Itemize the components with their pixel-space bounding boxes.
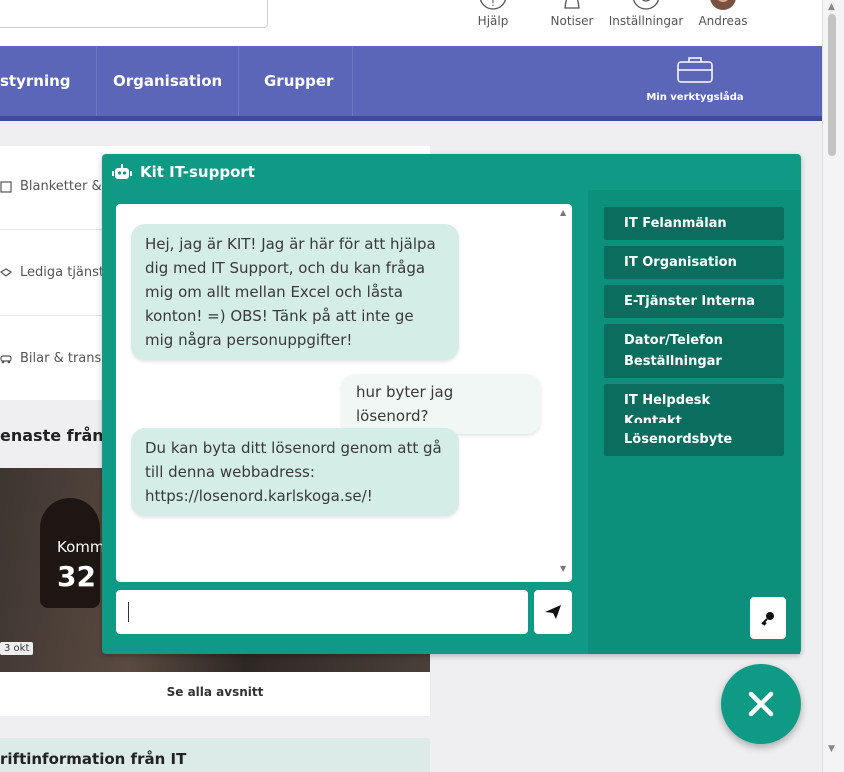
quicklink-label: Lediga tjänst [20,264,105,280]
settings-label[interactable]: Inställningar [609,14,684,28]
notifications-label[interactable]: Notiser [551,14,594,28]
quick-button-losenordsbyte[interactable]: Lösenordsbyte [604,423,784,456]
robot-icon [112,164,132,179]
divider [0,229,115,230]
news-overlay-title: Komm [57,538,105,556]
document-icon [0,181,12,193]
scroll-down-icon[interactable]: ▼ [828,744,835,754]
date-badge: 3 okt [0,642,34,655]
avatar[interactable] [710,0,736,10]
text-caret [128,602,129,622]
user-name-label[interactable]: Andreas [698,14,747,28]
chat-widget: Kit IT-support Hej, jag är KIT! Jag är h… [102,154,801,654]
quick-button-e-tjanster[interactable]: E-Tjänster Interna [604,285,784,318]
scroll-up-icon[interactable]: ▲ [828,2,835,12]
quicklink-cars[interactable]: Bilar & trans [0,330,110,386]
drift-info-title: riftinformation från IT [0,738,430,772]
quicklink-label: Bilar & trans [20,350,102,366]
quick-button-dator-telefon[interactable]: Dator/Telefon Beställningar [604,324,784,378]
key-button[interactable] [750,597,786,639]
main-nav: styrning Organisation Grupper Min verkty… [0,46,822,121]
quicklink-jobs[interactable]: Lediga tjänst [0,244,110,300]
toolbox-button[interactable]: Min verktygslåda [640,54,750,103]
send-icon [545,605,561,619]
see-all-link[interactable]: Se alla avsnitt [0,672,430,716]
user-message: hur byter jag lösenord? [341,374,541,434]
chat-scroll-up-icon[interactable]: ▲ [560,208,566,217]
quicklink-label: Blanketter & [20,178,102,194]
bot-message: Hej, jag är KIT! Jag är här för att hjäl… [131,224,459,360]
help-icon[interactable]: ! [478,0,508,12]
chat-header: Kit IT-support [102,154,801,190]
bot-message: Du kan byta ditt lösenord genom att gå t… [131,428,459,516]
send-button[interactable] [534,590,572,634]
nav-item-styrning[interactable]: styrning [0,46,97,116]
nav-item-organisation[interactable]: Organisation [88,46,239,116]
key-icon [761,612,774,626]
quicklink-forms[interactable]: Blanketter & [0,158,110,214]
handshake-icon [0,268,12,277]
news-section-title: enaste från I [0,426,116,445]
page-scrollbar[interactable]: ▲ ▼ [822,0,844,772]
svg-text:!: ! [491,0,495,9]
chat-messages[interactable]: Hej, jag är KIT! Jag är här för att hjäl… [116,204,572,582]
scroll-thumb[interactable] [828,14,836,156]
close-chat-button[interactable] [721,664,801,744]
chat-scroll-down-icon[interactable]: ▼ [560,564,566,573]
help-label[interactable]: Hjälp [478,14,509,28]
top-header: ! Hjälp Notiser Inställningar Andreas [0,0,822,46]
divider [0,315,115,316]
close-icon [748,691,774,717]
toolbox-label: Min verktygslåda [646,92,744,103]
news-overlay-number: 32 [57,560,96,593]
bell-icon[interactable] [557,0,587,12]
quick-button-it-organisation[interactable]: IT Organisation [604,246,784,279]
chat-title: Kit IT-support [140,163,255,181]
nav-item-grupper[interactable]: Grupper [239,46,353,116]
toolbox-icon [677,57,713,83]
settings-icon[interactable] [631,0,661,12]
quick-button-it-felanmalan[interactable]: IT Felanmälan [604,207,784,240]
car-icon [0,355,12,364]
chat-input[interactable] [116,590,528,634]
search-input[interactable] [0,0,268,28]
